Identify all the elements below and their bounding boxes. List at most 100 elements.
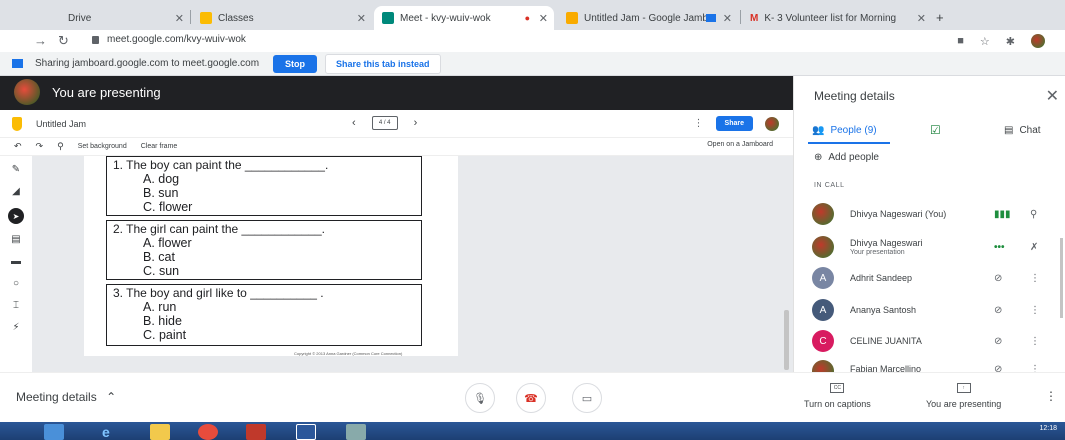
redo-icon[interactable]: ↷ [36, 141, 44, 152]
captions-icon: CC [830, 383, 845, 393]
mic-off-icon: ⊘ [994, 335, 1003, 347]
sticky-note-icon[interactable]: ▤ [11, 234, 20, 246]
jam-share-button[interactable]: Share [715, 116, 753, 131]
tab-activities[interactable]: ☑ [930, 123, 941, 137]
close-icon[interactable]: ✕ [1046, 86, 1059, 106]
unpin-icon[interactable]: ✗ [1030, 242, 1038, 253]
close-icon[interactable]: ✕ [357, 12, 366, 25]
mic-off-icon: ⊘ [994, 304, 1003, 316]
participant-row[interactable]: Dhivya Nageswari (You) ▮▮▮ ⚲ [794, 199, 1065, 229]
add-person-icon: ⊕ [814, 152, 823, 163]
present-button[interactable]: ↑ You are presenting [926, 383, 1001, 409]
more-icon[interactable]: ⋮ [1030, 305, 1040, 316]
windows-start-icon[interactable] [44, 424, 64, 440]
participant-row[interactable]: Fabian Marcellino ⊘ ⋮ [794, 358, 1065, 372]
jamboard-logo [12, 116, 22, 131]
share-this-tab-button[interactable]: Share this tab instead [325, 53, 441, 74]
open-on-jamboard-button[interactable]: Open on a Jamboard [707, 141, 773, 148]
zoom-icon[interactable]: ⚲ [57, 141, 64, 152]
speaking-icon: ▮▮▮ [994, 208, 1011, 220]
avatar: A [812, 299, 834, 321]
tab-gmail[interactable]: M K- 3 Volunteer list for Morning ✕ [742, 6, 932, 30]
tab-people[interactable]: 👥 People (9) [812, 125, 877, 136]
camera-icon[interactable]: ■ [957, 35, 964, 47]
scrollbar[interactable] [1060, 238, 1063, 318]
circle-icon[interactable]: ○ [13, 278, 19, 290]
more-icon[interactable]: ⋮ [1030, 336, 1040, 347]
jamboard-icon [566, 12, 578, 24]
select-icon[interactable]: ➤ [8, 208, 24, 224]
add-people-button[interactable]: ⊕ Add people [814, 152, 879, 163]
microphone-icon: 🎙 [473, 392, 487, 405]
tab-chat[interactable]: ▤ Chat [1004, 125, 1041, 136]
eraser-icon[interactable]: ◢ [12, 186, 20, 198]
clear-frame-button[interactable]: Clear frame [141, 143, 178, 150]
participant-row[interactable]: A Adhrit Sandeep ⊘ ⋮ [794, 263, 1065, 293]
frame-indicator[interactable]: 4 / 4 [371, 116, 398, 130]
set-background-button[interactable]: Set background [78, 143, 127, 150]
jam-profile-avatar[interactable] [765, 116, 779, 131]
close-icon[interactable]: ✕ [175, 12, 184, 25]
tab-indicator [808, 142, 890, 144]
undo-icon[interactable]: ↶ [14, 141, 22, 152]
profile-avatar[interactable] [1031, 34, 1045, 48]
url-text: meet.google.com/kvy-wuiv-wok [107, 34, 246, 45]
tab-jamboard[interactable]: Untitled Jam - Google Jamb ✕ [558, 6, 738, 30]
tab-classes[interactable]: Classes ✕ [192, 6, 372, 30]
pin-icon[interactable]: ⚲ [1030, 209, 1037, 220]
screen: Drive ✕ Classes ✕ Meet - kvy-wuiv-wok ● … [0, 0, 1065, 440]
next-frame-button[interactable]: › [414, 117, 418, 129]
people-icon: 👥 [812, 124, 825, 136]
address-bar[interactable]: meet.google.com/kvy-wuiv-wok [92, 34, 246, 45]
more-icon[interactable]: ⋮ [1030, 273, 1040, 284]
textbox-icon[interactable]: ⌶ [13, 300, 19, 312]
camera-button[interactable]: ▭ [572, 383, 602, 413]
close-icon[interactable]: ✕ [917, 12, 926, 25]
laser-icon[interactable]: ⚡ [12, 322, 19, 334]
file-explorer-icon[interactable] [150, 424, 170, 440]
image-icon[interactable]: ▬ [11, 256, 21, 268]
stop-sharing-button[interactable]: Stop [273, 54, 318, 73]
question-text: 2. The girl can paint the ____________. [113, 222, 325, 236]
mic-off-icon: ⊘ [994, 272, 1003, 284]
back-button[interactable]: → [34, 33, 47, 48]
chrome-icon[interactable] [198, 424, 218, 440]
participant-row[interactable]: A Ananya Santosh ⊘ ⋮ [794, 295, 1065, 325]
leave-call-button[interactable]: ☎ [516, 383, 546, 413]
prev-frame-button[interactable]: ‹ [352, 117, 356, 129]
avatar [812, 360, 834, 372]
tab-drive[interactable]: Drive ✕ [60, 6, 190, 30]
word-icon[interactable] [296, 424, 316, 440]
close-icon[interactable]: ✕ [539, 12, 548, 25]
jam-title[interactable]: Untitled Jam [36, 119, 86, 129]
screen-share-icon [12, 59, 23, 68]
more-icon[interactable]: ⋮ [1030, 364, 1040, 372]
pen-icon[interactable]: ✎ [12, 164, 20, 176]
tab-meet[interactable]: Meet - kvy-wuiv-wok ● ✕ [374, 6, 554, 30]
reload-button[interactable]: ↻ [58, 33, 69, 49]
microphone-button[interactable]: 🎙 [465, 383, 495, 413]
meeting-details-button[interactable]: Meeting details ⌃ [16, 390, 116, 404]
option: A. flower [143, 236, 192, 250]
more-options-icon[interactable]: ⋮ [1045, 389, 1057, 403]
presenting-banner: You are presenting [52, 84, 161, 100]
participant-name: Adhrit Sandeep [850, 273, 913, 283]
scrollbar[interactable] [784, 310, 789, 370]
internet-explorer-icon[interactable]: e [102, 424, 122, 440]
star-icon[interactable]: ☆ [980, 35, 990, 48]
media-icon[interactable] [246, 424, 266, 440]
checkbox-icon: ☑ [930, 123, 941, 137]
option: C. sun [143, 264, 180, 278]
share-status-text: Sharing jamboard.google.com to meet.goog… [35, 58, 260, 69]
extensions-icon[interactable]: ✱ [1006, 35, 1015, 48]
new-tab-button[interactable]: + [936, 10, 944, 25]
participant-row[interactable]: C CELINE JUANITA ⊘ ⋮ [794, 326, 1065, 356]
presentation-area: You are presenting Untitled Jam ‹ 4 / 4 … [0, 76, 793, 372]
option: B. cat [143, 250, 175, 264]
paint-icon[interactable] [346, 424, 366, 440]
captions-button[interactable]: CC Turn on captions [804, 383, 871, 409]
participant-row[interactable]: Dhivya Nageswari Your presentation ••• ✗ [794, 232, 1065, 262]
clock: 12:18 [1039, 425, 1057, 432]
close-icon[interactable]: ✕ [723, 12, 732, 25]
more-icon[interactable]: ⋮ [694, 118, 704, 129]
